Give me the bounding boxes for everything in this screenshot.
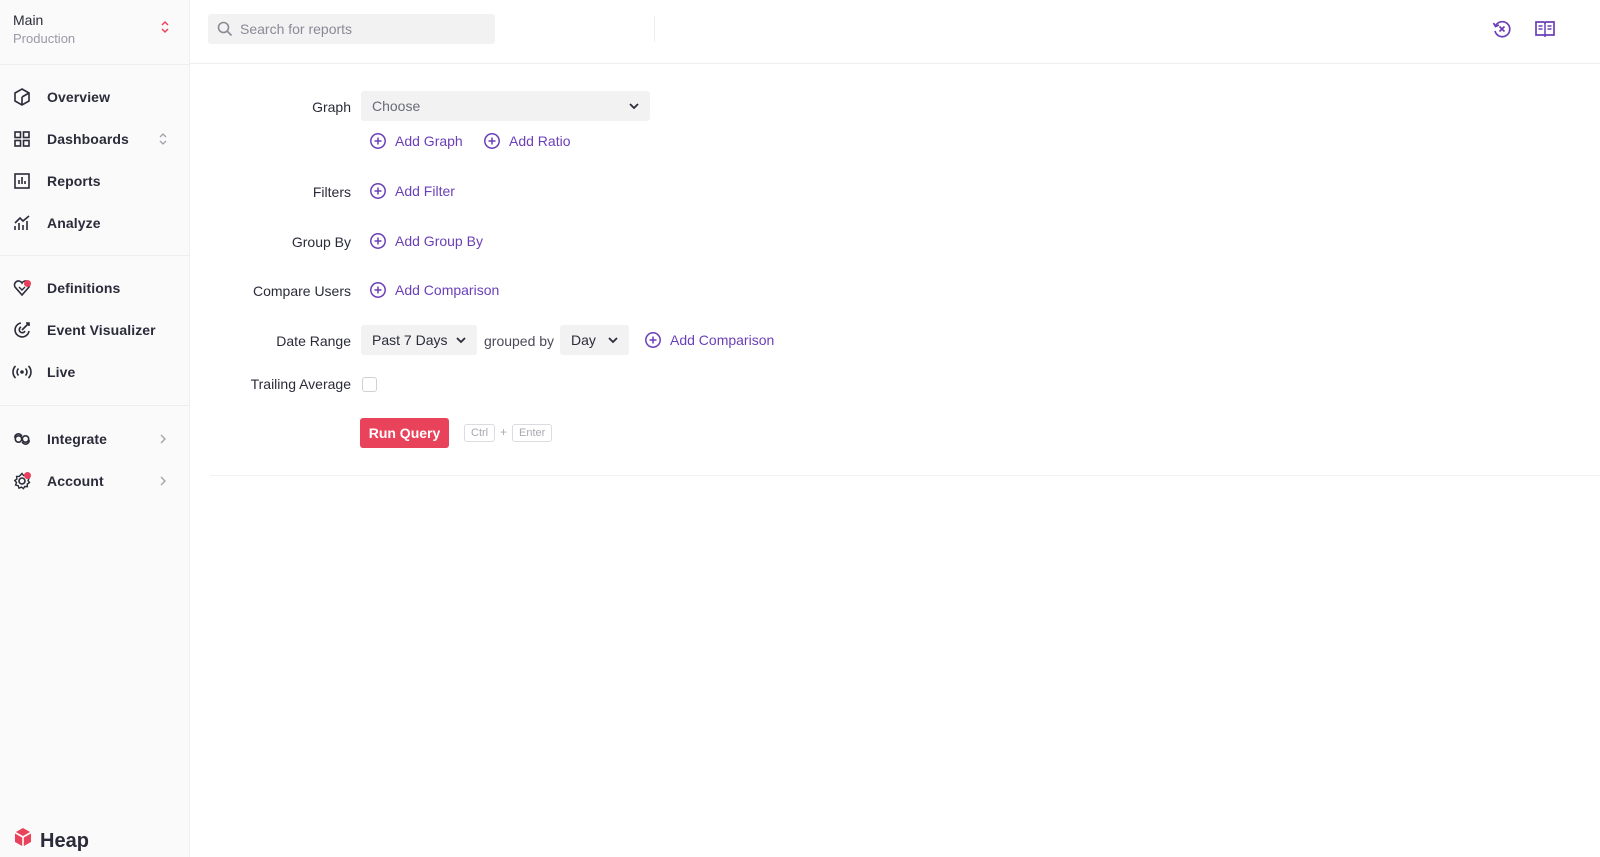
group-by-label: Group By [291, 234, 351, 250]
sidebar-item-label: Overview [47, 89, 111, 105]
search-input[interactable] [240, 21, 480, 37]
broadcast-icon [12, 365, 32, 379]
add-group-by-button[interactable]: Add Group By [369, 232, 483, 250]
environment-type: Production [13, 31, 76, 46]
sidebar-item-label: Event Visualizer [47, 322, 156, 338]
sidebar-item-label: Integrate [47, 431, 108, 447]
pointer-target-icon [14, 322, 30, 338]
logo-text: Heap [40, 830, 89, 852]
sidebar-item-label: Reports [47, 173, 101, 189]
plus-circle-icon [484, 133, 500, 149]
add-user-comparison-button[interactable]: Add Comparison [369, 281, 499, 299]
date-range-value: Past 7 Days [372, 332, 448, 348]
add-graph-label: Add Graph [395, 133, 463, 149]
graph-select-value: Choose [372, 98, 421, 114]
grid-icon [14, 131, 30, 147]
add-filter-label: Add Filter [395, 183, 455, 199]
chevron-up-down-icon [161, 20, 169, 34]
sidebar-item-dashboards[interactable]: Dashboards [0, 123, 190, 155]
add-graph-button[interactable]: Add Graph [369, 132, 463, 150]
chevron-right-icon [160, 434, 166, 444]
graph-select[interactable]: Choose [361, 91, 650, 121]
notification-dot [24, 280, 31, 287]
chevron-right-icon [160, 476, 166, 486]
divider [0, 405, 190, 406]
notification-dot [24, 472, 31, 479]
shortcut-key-enter: Enter [512, 424, 553, 442]
sidebar-item-label: Dashboards [47, 131, 129, 147]
plus-circle-icon [370, 183, 386, 199]
search-icon [217, 21, 233, 37]
add-filter-button[interactable]: Add Filter [369, 182, 455, 200]
plus-circle-icon [370, 133, 386, 149]
grouped-by-text: grouped by [484, 333, 555, 349]
add-comparison-label: Add Comparison [670, 332, 775, 348]
run-query-button[interactable]: Run Query [360, 418, 449, 448]
chevron-up-down-icon [159, 133, 167, 145]
add-group-by-label: Add Group By [395, 233, 483, 249]
add-comparison-label: Add Comparison [395, 282, 500, 298]
history-icon[interactable] [1491, 18, 1513, 40]
sidebar: Main Production Overview Dashboards Repo… [0, 0, 190, 857]
plus-circle-icon [370, 233, 386, 249]
add-ratio-label: Add Ratio [509, 133, 571, 149]
plus-circle-icon [370, 282, 386, 298]
analyze-chart-icon [14, 215, 30, 230]
sidebar-item-label: Analyze [47, 215, 101, 231]
heap-logo: Heap [12, 826, 89, 857]
environment-switcher[interactable]: Main Production [13, 11, 178, 51]
sidebar-item-label: Definitions [47, 280, 121, 296]
environment-name: Main [13, 12, 44, 28]
add-ratio-button[interactable]: Add Ratio [483, 132, 570, 150]
chevron-down-icon [456, 337, 466, 344]
divider [654, 16, 655, 42]
report-icon [14, 173, 30, 189]
top-bar [190, 0, 1600, 64]
sidebar-item-label: Account [47, 473, 104, 489]
divider [0, 64, 190, 65]
filters-label: Filters [312, 184, 351, 200]
sidebar-item-label: Live [47, 364, 76, 380]
chevron-down-icon [608, 337, 618, 344]
search-box[interactable] [208, 14, 495, 44]
chevron-down-icon [629, 103, 639, 110]
link-icon [14, 433, 30, 445]
sidebar-item-integrate[interactable]: Integrate [0, 423, 190, 455]
add-date-comparison-button[interactable]: Add Comparison [644, 331, 774, 349]
graph-label: Graph [312, 99, 351, 115]
sidebar-item-account[interactable]: Account [0, 465, 190, 497]
granularity-select[interactable]: Day [560, 325, 629, 355]
compare-users-label: Compare Users [252, 283, 351, 299]
divider [0, 255, 190, 256]
trailing-average-label: Trailing Average [250, 376, 351, 392]
divider [210, 475, 1600, 476]
date-range-select[interactable]: Past 7 Days [361, 325, 477, 355]
shortcut-plus: + [500, 425, 508, 439]
granularity-value: Day [571, 332, 596, 348]
book-icon[interactable] [1534, 18, 1556, 40]
heap-logo-icon [14, 828, 32, 847]
cube-icon [14, 88, 30, 106]
date-range-label: Date Range [276, 333, 351, 349]
plus-circle-icon [645, 332, 661, 348]
trailing-average-checkbox[interactable] [362, 377, 377, 392]
shortcut-key-ctrl: Ctrl [464, 424, 496, 442]
